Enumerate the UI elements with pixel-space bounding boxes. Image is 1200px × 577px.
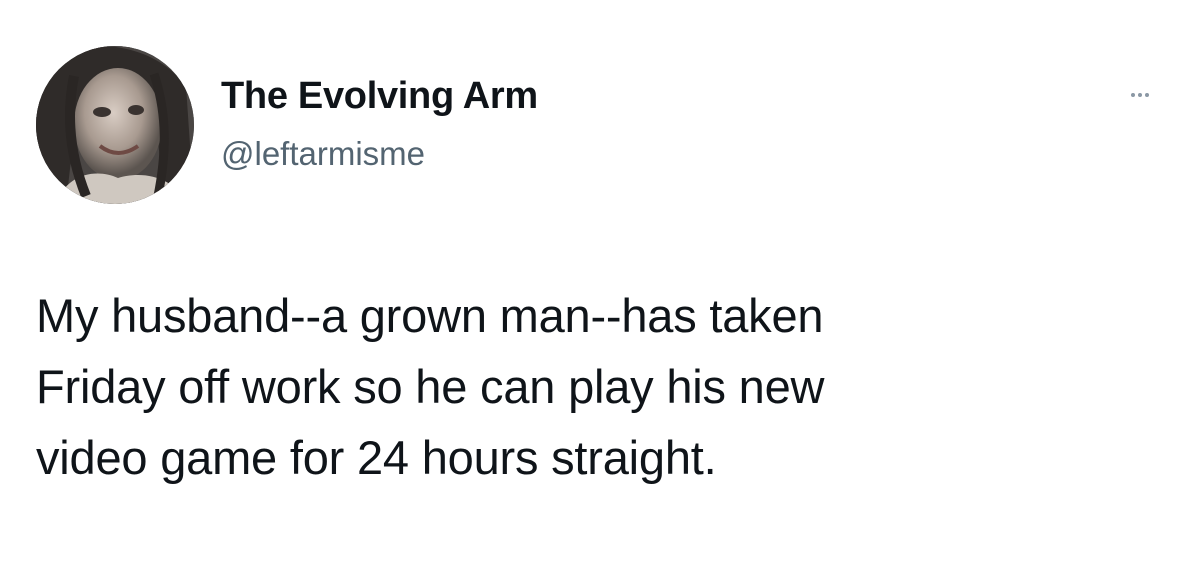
more-dot (1145, 93, 1149, 97)
author-handle[interactable]: @leftarmisme (221, 133, 425, 175)
tweet-text-line: My husband--a grown man--has taken (36, 289, 824, 342)
more-dot (1138, 93, 1142, 97)
author-display-name[interactable]: The Evolving Arm (221, 72, 538, 120)
more-options-icon[interactable] (1118, 80, 1162, 110)
tweet-text: My husband--a grown man--has taken Frida… (36, 280, 1156, 493)
more-dot (1131, 93, 1135, 97)
tweet-text-line: video game for 24 hours straight. (36, 431, 717, 484)
profile-photo-icon (36, 46, 194, 204)
tweet-text-line: Friday off work so he can play his new (36, 360, 825, 413)
tweet-card: The Evolving Arm @leftarmisme My husband… (0, 0, 1200, 577)
avatar[interactable] (36, 46, 194, 204)
